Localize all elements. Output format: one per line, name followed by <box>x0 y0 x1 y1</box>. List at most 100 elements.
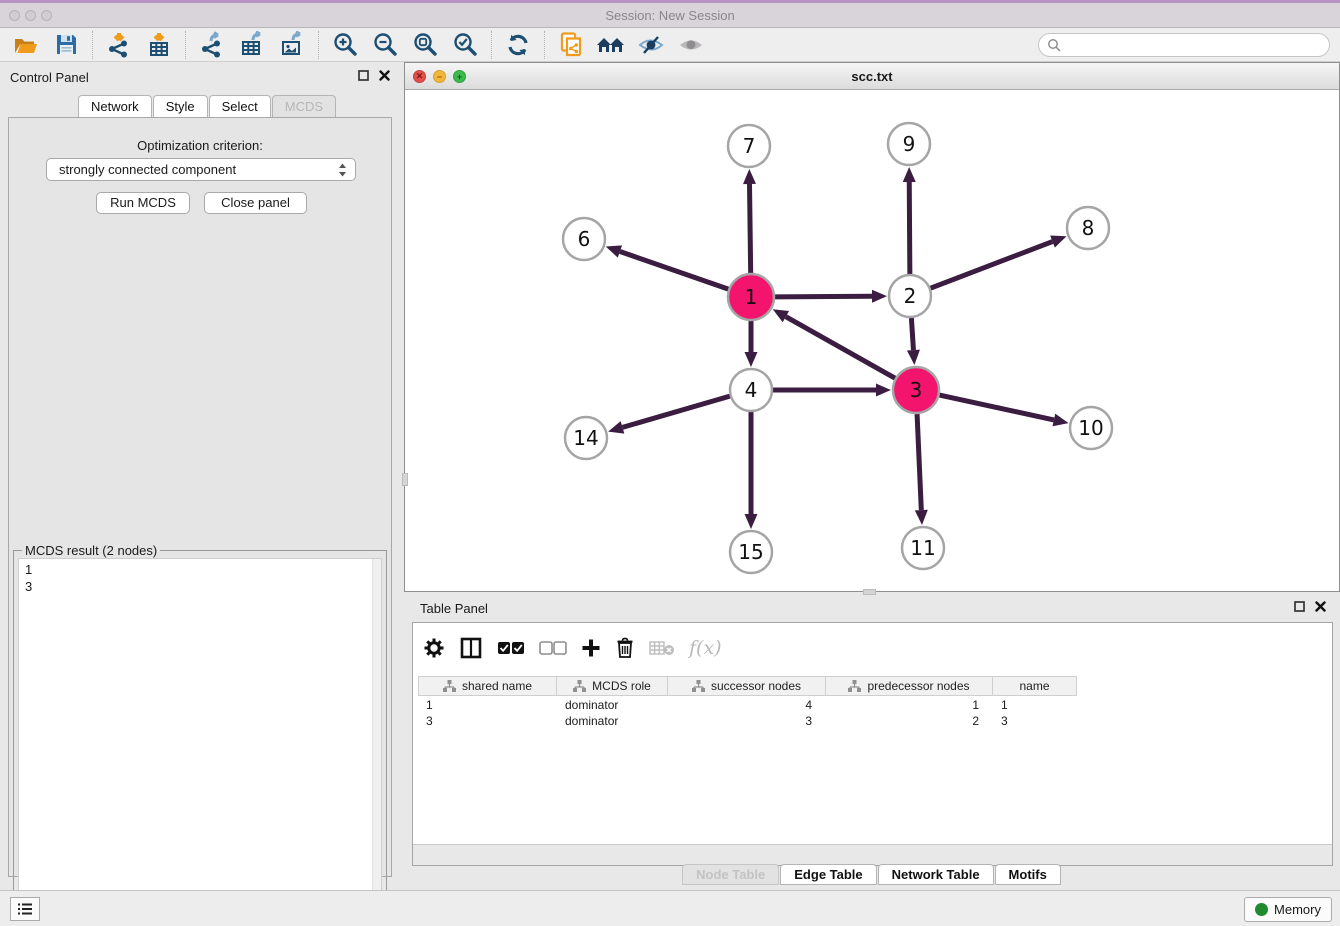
show-panels-button[interactable] <box>10 897 40 921</box>
zoom-out-button[interactable] <box>367 30 403 60</box>
cell-successor-nodes: 4 <box>668 697 826 713</box>
mcds-result-text[interactable]: 1 3 <box>18 558 382 923</box>
node-label: 6 <box>578 227 591 251</box>
graph-edge[interactable] <box>931 242 1053 289</box>
edge-arrowhead <box>608 421 624 433</box>
table-horizontal-scrollbar[interactable] <box>413 844 1332 865</box>
zoom-selected-button[interactable] <box>447 30 483 60</box>
import-table-icon <box>146 31 173 58</box>
show-hidden-button[interactable] <box>673 30 709 60</box>
node-label: 15 <box>738 540 763 564</box>
add-column-button[interactable] <box>581 638 601 658</box>
graph-edge[interactable] <box>939 395 1053 420</box>
graph-edge[interactable] <box>786 317 895 379</box>
column-header-successor-nodes[interactable]: successor nodes <box>668 676 826 696</box>
graph-edge[interactable] <box>911 318 913 350</box>
refresh-layout-button[interactable] <box>500 30 536 60</box>
tab-network-table[interactable]: Network Table <box>878 864 994 885</box>
import-network-button[interactable] <box>101 30 137 60</box>
open-folder-icon <box>13 32 39 58</box>
tab-select[interactable]: Select <box>209 95 271 117</box>
cell-predecessor-nodes: 1 <box>826 697 993 713</box>
node-label: 4 <box>745 378 758 402</box>
column-header-shared-name[interactable]: shared name <box>418 676 557 696</box>
import-table-button[interactable] <box>141 30 177 60</box>
graph-edge[interactable] <box>750 184 751 273</box>
close-panel-button[interactable]: Close panel <box>204 192 307 214</box>
network-window-titlebar[interactable]: ✕ − + scc.txt <box>405 63 1339 90</box>
edge-arrowhead <box>903 167 916 182</box>
network-from-selection-button[interactable] <box>553 30 589 60</box>
export-table-button[interactable] <box>234 30 270 60</box>
search-box <box>1038 33 1330 57</box>
table-row[interactable]: 3 dominator 3 2 3 <box>418 713 1077 729</box>
hierarchy-icon <box>573 680 586 692</box>
graph-edge[interactable] <box>622 396 729 427</box>
close-table-panel-icon[interactable] <box>1315 601 1326 612</box>
export-image-button[interactable] <box>274 30 310 60</box>
criterion-select[interactable]: strongly connected component <box>46 158 356 181</box>
float-table-panel-icon[interactable] <box>1294 601 1305 612</box>
tab-mcds[interactable]: MCDS <box>272 95 336 117</box>
homes-button[interactable] <box>593 30 629 60</box>
search-input[interactable] <box>1066 36 1329 54</box>
graph-edge[interactable] <box>620 251 728 289</box>
float-panel-icon[interactable] <box>358 70 369 81</box>
graph-edge[interactable] <box>775 296 872 297</box>
network-canvas[interactable]: 1234678910111415 <box>405 90 1339 591</box>
run-mcds-button[interactable]: Run MCDS <box>96 192 190 214</box>
delete-table-button[interactable] <box>649 640 675 656</box>
open-session-button[interactable] <box>8 30 44 60</box>
column-header-name[interactable]: name <box>993 676 1077 696</box>
delete-column-button[interactable] <box>615 637 635 659</box>
unchecked-boxes-icon <box>539 641 567 655</box>
mcds-result-title: MCDS result (2 nodes) <box>22 543 160 558</box>
deselect-all-button[interactable] <box>539 641 567 655</box>
result-scrollbar[interactable] <box>372 559 381 922</box>
memory-button[interactable]: Memory <box>1244 897 1332 922</box>
network-view-window: ✕ − + scc.txt 1234678910111415 <box>404 62 1340 592</box>
graph-edge[interactable] <box>917 414 921 510</box>
vertical-splitter-handle[interactable] <box>402 473 408 486</box>
table-row[interactable]: 1 dominator 4 1 1 <box>418 697 1077 713</box>
select-all-button[interactable] <box>497 641 525 655</box>
main-toolbar <box>0 28 1340 62</box>
tab-motifs[interactable]: Motifs <box>995 864 1061 885</box>
result-line: 1 <box>25 561 381 578</box>
tab-style[interactable]: Style <box>153 95 208 117</box>
table-panel: Table Panel <box>404 596 1340 890</box>
close-panel-icon[interactable] <box>379 70 390 81</box>
column-label: name <box>1019 679 1049 693</box>
tab-network[interactable]: Network <box>78 95 152 117</box>
trash-icon <box>615 637 635 659</box>
save-session-button[interactable] <box>48 30 84 60</box>
hide-selected-button[interactable] <box>633 30 669 60</box>
horizontal-splitter-handle[interactable] <box>863 589 876 595</box>
zoom-fit-button[interactable] <box>407 30 443 60</box>
column-header-predecessor-nodes[interactable]: predecessor nodes <box>826 676 993 696</box>
zoom-in-icon <box>332 31 359 58</box>
graph-edge[interactable] <box>909 182 910 274</box>
column-label: predecessor nodes <box>867 679 969 693</box>
export-network-button[interactable] <box>194 30 230 60</box>
mcds-tab-panel: Optimization criterion: strongly connect… <box>8 117 392 877</box>
network-graph: 1234678910111415 <box>405 90 1339 591</box>
node-label: 10 <box>1078 416 1103 440</box>
control-panel-tabs: Network Style Select MCDS <box>78 95 337 117</box>
table-settings-button[interactable] <box>423 637 445 659</box>
optimization-criterion-label: Optimization criterion: <box>9 138 391 153</box>
tab-edge-table[interactable]: Edge Table <box>780 864 876 885</box>
edge-arrowhead <box>1050 235 1066 247</box>
zoom-in-button[interactable] <box>327 30 363 60</box>
tab-node-table[interactable]: Node Table <box>682 864 779 885</box>
cell-mcds-role: dominator <box>557 697 668 713</box>
function-builder-button[interactable]: f(x) <box>689 637 722 659</box>
show-columns-button[interactable] <box>459 636 483 660</box>
refresh-icon <box>505 32 531 58</box>
column-label: shared name <box>462 679 532 693</box>
table-header-row: shared name MCDS role successor nodes pr… <box>418 676 1077 696</box>
plus-icon <box>581 638 601 658</box>
node-label: 8 <box>1082 216 1095 240</box>
column-header-mcds-role[interactable]: MCDS role <box>557 676 668 696</box>
cell-name: 1 <box>993 697 1077 713</box>
